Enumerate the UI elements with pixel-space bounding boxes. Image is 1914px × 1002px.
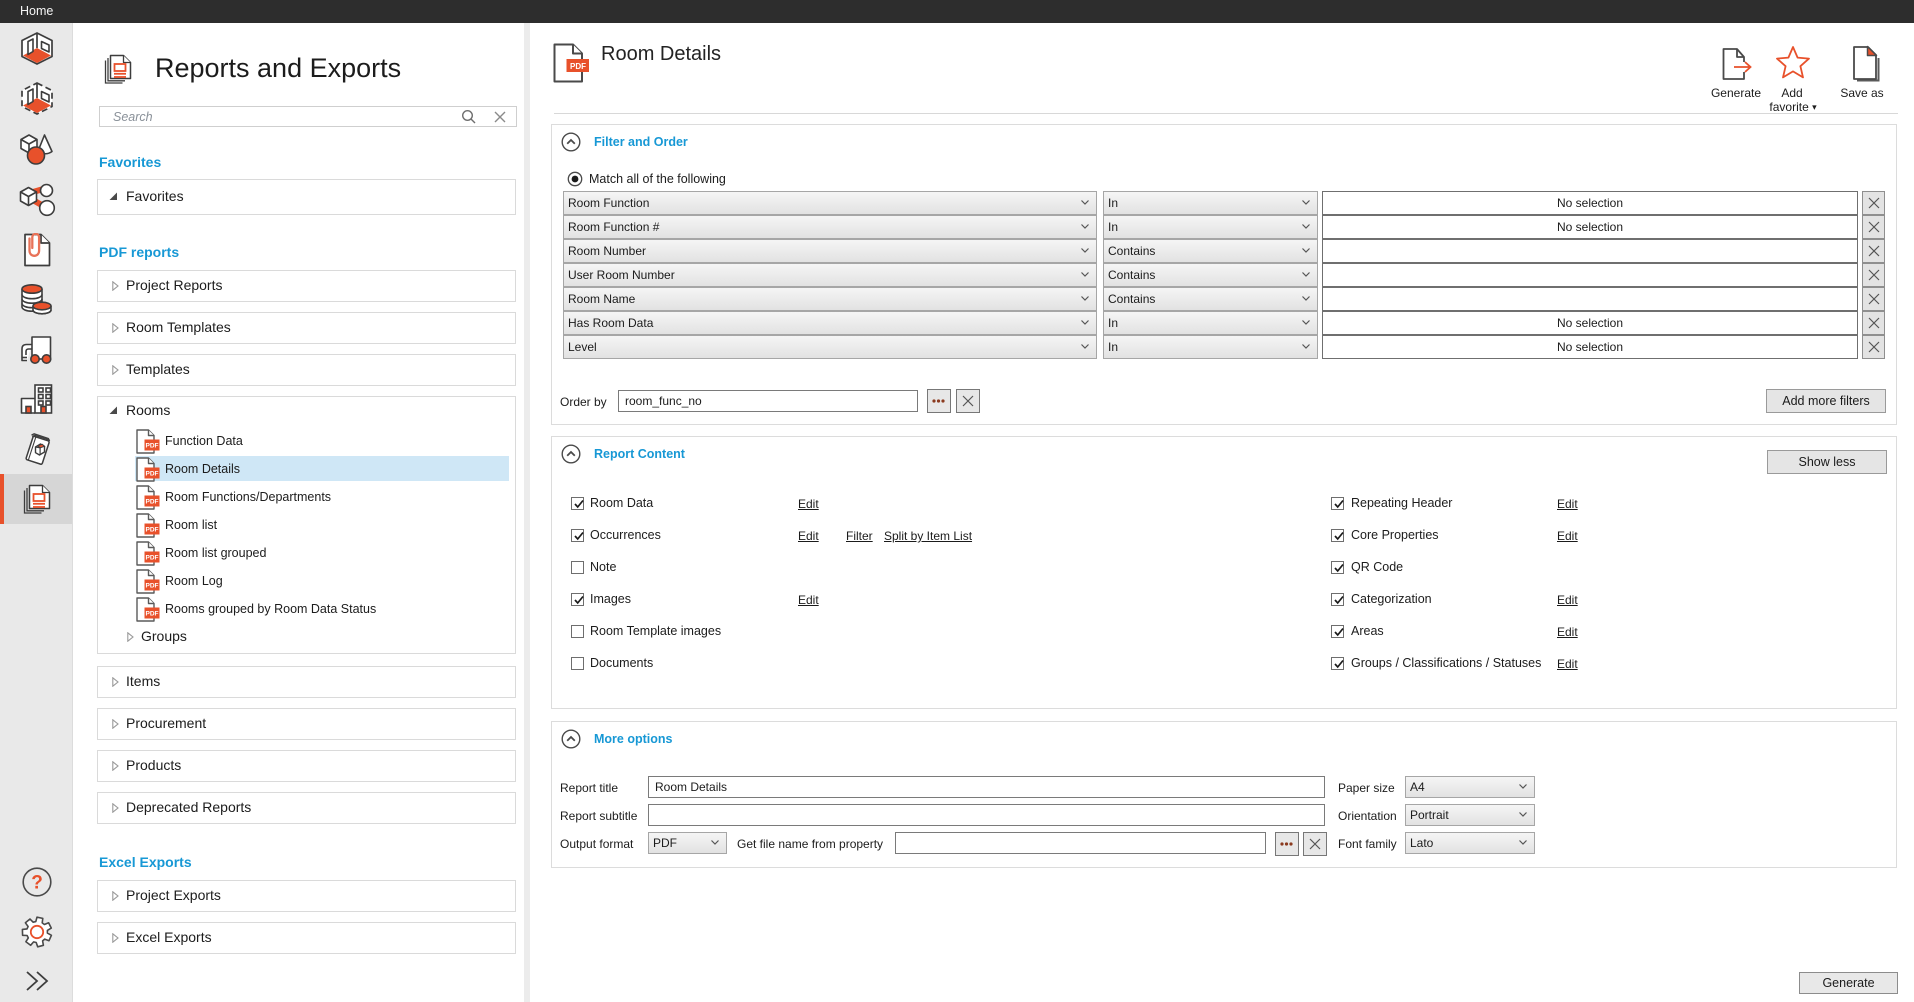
svg-text:PDF: PDF: [146, 470, 159, 477]
svg-text:PDF: PDF: [146, 442, 159, 449]
svg-text:PDF: PDF: [146, 498, 159, 505]
svg-text:PDF: PDF: [146, 526, 159, 533]
svg-text:?: ?: [31, 873, 43, 894]
svg-text:PDF: PDF: [146, 582, 159, 589]
svg-text:PDF: PDF: [146, 554, 159, 561]
svg-text:PDF: PDF: [146, 610, 159, 617]
svg-text:PDF: PDF: [570, 62, 586, 71]
